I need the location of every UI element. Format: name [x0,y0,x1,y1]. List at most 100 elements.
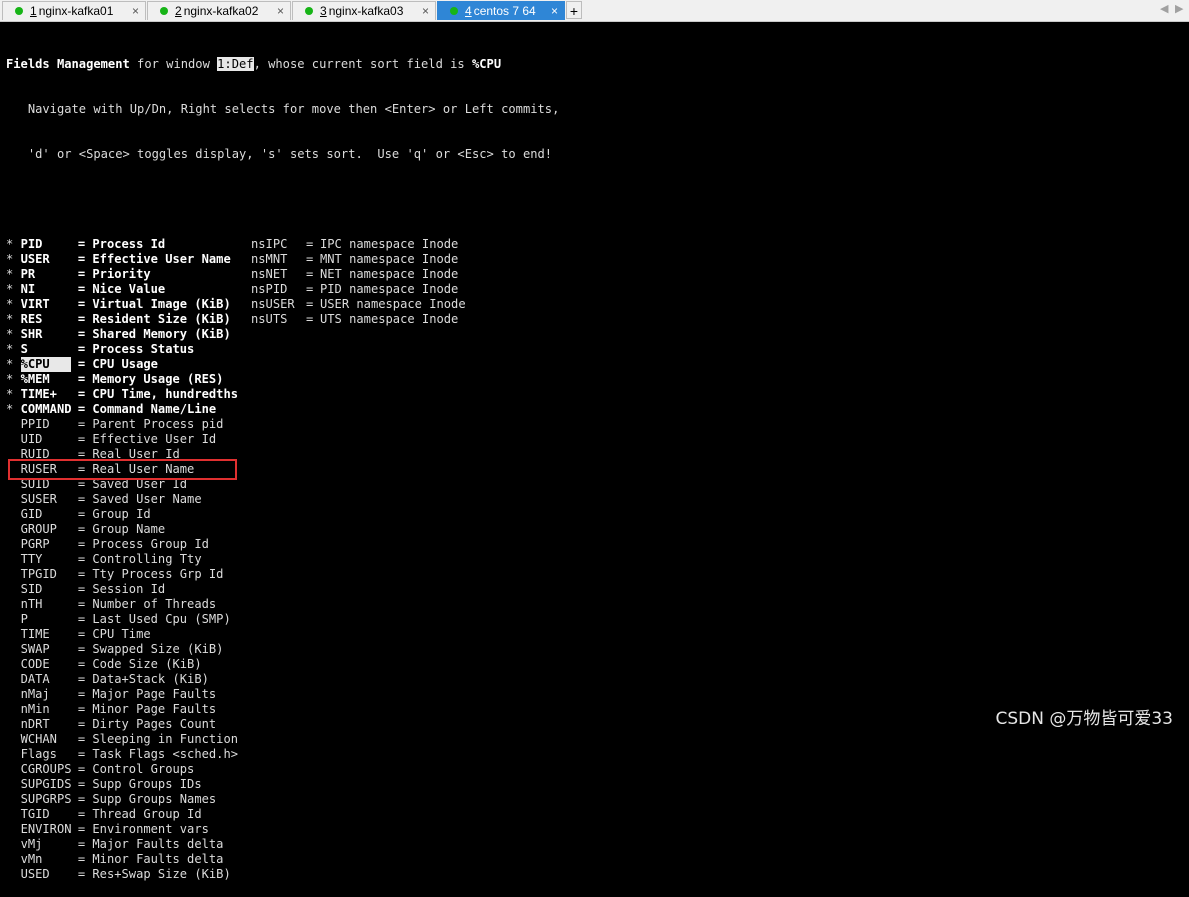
field-separator: = [70,672,93,686]
field-enabled-marker [6,687,13,701]
namespace-field-description: USER namespace Inode [320,297,466,311]
field-row[interactable]: TGID = Thread Group Id [6,807,1186,822]
field-separator: = [306,282,314,296]
field-row[interactable]: PGRP = Process Group Id [6,537,1186,552]
field-row[interactable]: DATA = Data+Stack (KiB) [6,672,1186,687]
field-name: SWAP [20,642,50,656]
field-separator: = [70,282,93,296]
field-row[interactable]: UID = Effective User Id [6,432,1186,447]
field-row[interactable]: * USER = Effective User Name nsMNT MNT nam… [6,252,1186,267]
field-row[interactable]: TIME = CPU Time [6,627,1186,642]
field-enabled-marker [6,522,13,536]
field-row[interactable]: ENVIRON = Environment vars [6,822,1186,837]
field-row[interactable]: GROUP = Group Name [6,522,1186,537]
field-description: Shared Memory (KiB) [92,327,231,341]
field-enabled-marker [6,432,13,446]
field-description: Dirty Pages Count [92,717,217,731]
field-enabled-marker: * [6,282,14,296]
session-tab-bar: 1 nginx-kafka01 × 2 nginx-kafka02 × 3 ng… [0,0,1189,22]
scroll-tabs-right-icon[interactable]: ▶ [1175,2,1183,15]
field-row[interactable]: Flags = Task Flags <sched.h> [6,747,1186,762]
field-row[interactable]: * NI = Nice Value nsPID PID namespace Inod… [6,282,1186,297]
field-row[interactable]: * S = Process Status [6,342,1186,357]
terminal-output[interactable]: Fields Management for window 1:Def, whos… [6,27,1186,881]
field-enabled-marker [6,672,13,686]
field-separator: = [70,717,93,731]
field-row[interactable]: * COMMAND = Command Name/Line [6,402,1186,417]
field-enabled-marker [6,777,13,791]
field-name: %MEM [20,372,50,386]
field-row[interactable]: nTH = Number of Threads [6,597,1186,612]
connected-status-icon [15,7,23,15]
field-description: Last Used Cpu (SMP) [92,612,231,626]
field-row[interactable]: USED = Res+Swap Size (KiB) [6,867,1186,882]
field-enabled-marker [6,537,13,551]
scroll-tabs-left-icon[interactable]: ◀ [1160,2,1168,15]
field-description: Minor Page Faults [92,702,217,716]
field-description: CPU Usage [92,357,158,371]
namespace-field-name: nsMNT [251,252,288,266]
field-row[interactable]: WCHAN = Sleeping in Function [6,732,1186,747]
field-row[interactable]: * TIME+ = CPU Time, hundredths [6,387,1186,402]
field-row[interactable]: P = Last Used Cpu (SMP) [6,612,1186,627]
tab-nginx-kafka03[interactable]: 3 nginx-kafka03 × [292,1,436,20]
tab-nginx-kafka01[interactable]: 1 nginx-kafka01 × [2,1,146,20]
field-description: Thread Group Id [92,807,202,821]
field-name: CGROUPS [20,762,72,776]
field-name: nTH [20,597,43,611]
field-separator: = [70,852,93,866]
field-name: TGID [20,807,50,821]
field-name: WCHAN [20,732,57,746]
field-row[interactable]: * VIRT = Virtual Image (KiB) nsUSER USER n… [6,297,1186,312]
field-name: GID [20,507,43,521]
field-row[interactable]: * %CPU = CPU Usage [6,357,1186,372]
field-name: vMn [20,852,43,866]
tab-number: 1 [30,4,37,18]
field-row[interactable]: SUPGIDS = Supp Groups IDs [6,777,1186,792]
field-name: GROUP [20,522,57,536]
field-name: vMj [20,837,43,851]
field-separator: = [70,252,93,266]
field-row[interactable]: * %MEM = Memory Usage (RES) [6,372,1186,387]
help-line: Navigate with Up/Dn, Right selects for m… [6,102,560,116]
field-row[interactable]: SUSER = Saved User Name [6,492,1186,507]
close-tab-icon[interactable]: × [551,4,558,18]
close-tab-icon[interactable]: × [132,4,139,18]
tab-centos-7-64[interactable]: 4 centos 7 64 × [437,1,565,20]
close-tab-icon[interactable]: × [422,4,429,18]
field-row[interactable]: TTY = Controlling Tty [6,552,1186,567]
field-row[interactable]: * SHR = Shared Memory (KiB) [6,327,1186,342]
field-enabled-marker: * [6,252,14,266]
field-enabled-marker: * [6,327,14,341]
field-row[interactable]: GID = Group Id [6,507,1186,522]
field-description: Process Status [92,342,195,356]
field-row[interactable]: SID = Session Id [6,582,1186,597]
header-line: Fields Management for window 1:Def, whos… [6,57,1186,72]
field-name: CODE [20,657,50,671]
field-description: Control Groups [92,762,195,776]
field-enabled-marker [6,597,13,611]
close-tab-icon[interactable]: × [277,4,284,18]
tab-nginx-kafka02[interactable]: 2 nginx-kafka02 × [147,1,291,20]
field-row[interactable]: SUPGRPS = Supp Groups Names [6,792,1186,807]
field-row[interactable]: vMn = Minor Faults delta [6,852,1186,867]
field-row[interactable]: * PID = Process Id nsIPC IPC namespace Ino… [6,237,1186,252]
field-row[interactable]: TPGID = Tty Process Grp Id [6,567,1186,582]
field-row[interactable]: PPID = Parent Process pid [6,417,1186,432]
namespace-field-description: NET namespace Inode [320,267,459,281]
field-row[interactable]: * RES = Resident Size (KiB) nsUTS UTS name… [6,312,1186,327]
field-name: TPGID [20,567,57,581]
field-row[interactable]: * PR = Priority nsNET NET namespace Inode = [6,267,1186,282]
field-row[interactable]: vMj = Major Faults delta [6,837,1186,852]
field-separator: = [70,537,93,551]
field-description: Parent Process pid [92,417,224,431]
field-separator: = [70,402,93,416]
field-name: SID [20,582,43,596]
field-row[interactable]: CGROUPS = Control Groups [6,762,1186,777]
add-tab-button[interactable]: + [566,1,582,19]
field-row[interactable]: SWAP = Swapped Size (KiB) [6,642,1186,657]
field-name: PID [20,237,43,251]
field-separator: = [70,417,93,431]
field-row[interactable]: CODE = Code Size (KiB) [6,657,1186,672]
field-row[interactable]: nMaj = Major Page Faults [6,687,1186,702]
